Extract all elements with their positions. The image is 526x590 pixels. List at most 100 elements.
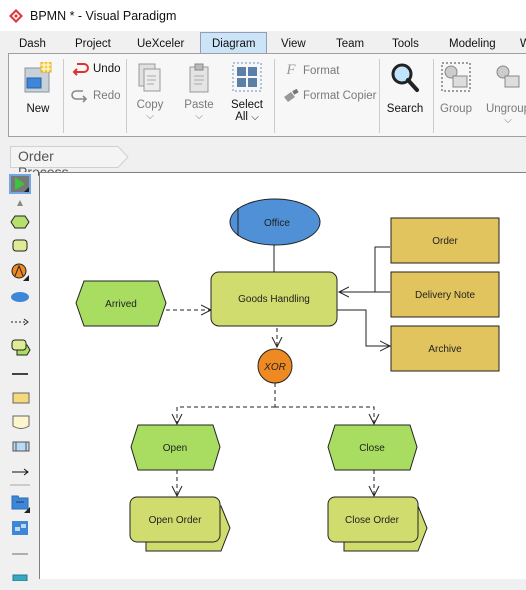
- office-organization-unit[interactable]: Office: [229, 198, 321, 246]
- bpmn-diagram: Office Goods Handling Arrived Order Deli…: [75, 198, 500, 552]
- folder-icon: [11, 495, 30, 513]
- format-copier-label: Format Copier: [303, 90, 377, 102]
- palette-process-path-tool[interactable]: [9, 336, 31, 356]
- palette-event-tool[interactable]: [9, 212, 31, 232]
- palette-folder-tool[interactable]: [9, 492, 31, 513]
- palette-selector-tool[interactable]: [9, 174, 31, 194]
- paste-button[interactable]: Paste ⌵: [182, 62, 216, 122]
- tab-uexceler[interactable]: UeXceler: [137, 35, 184, 53]
- ungroup-button[interactable]: Ungroup ⌵: [483, 62, 526, 126]
- goods-handling-to-archive-flow[interactable]: [337, 309, 390, 346]
- palette-function-tool[interactable]: [9, 236, 31, 256]
- copy-label: Copy: [136, 99, 164, 111]
- order-information-object[interactable]: Order: [390, 217, 500, 264]
- search-icon: [391, 63, 419, 92]
- xor-connector-icon: [11, 263, 29, 281]
- select-all-button[interactable]: Select All ⌵: [227, 62, 267, 123]
- event-hexagon-icon: [10, 215, 30, 229]
- open-order-process-path[interactable]: Open Order: [129, 496, 231, 552]
- palette-organization-unit-tool[interactable]: [9, 287, 31, 307]
- tab-diagram[interactable]: Diagram: [200, 32, 268, 54]
- select-all-label-1: Select: [231, 99, 263, 111]
- select-all-icon: [232, 62, 262, 92]
- ungroup-chevron-icon[interactable]: ⌵: [483, 115, 526, 126]
- new-button[interactable]: New: [19, 61, 57, 115]
- xor-connector[interactable]: XOR: [257, 348, 293, 384]
- ungroup-icon: [496, 65, 520, 88]
- tab-dash[interactable]: Dash: [19, 35, 46, 53]
- group-icon: [441, 62, 471, 92]
- open-label: Open: [163, 443, 187, 454]
- close-event[interactable]: Close: [327, 424, 418, 471]
- close-label: Close: [359, 443, 385, 454]
- delivery-note-information-object[interactable]: Delivery Note: [390, 271, 500, 318]
- tab-project[interactable]: Project: [75, 35, 111, 53]
- tab-window[interactable]: W: [520, 35, 526, 53]
- tab-team[interactable]: Team: [336, 35, 364, 53]
- redo-icon: [71, 90, 88, 103]
- process-path-icon: [11, 339, 31, 356]
- arrived-event[interactable]: Arrived: [75, 280, 167, 327]
- open-order-label: Open Order: [149, 515, 202, 526]
- ungroup-label: Ungroup: [485, 103, 526, 115]
- palette-control-flow-tool[interactable]: [9, 312, 31, 332]
- tab-modeling[interactable]: Modeling: [449, 35, 496, 53]
- archive-information-object[interactable]: Archive: [390, 325, 500, 372]
- select-all-label-2: All: [235, 111, 248, 123]
- title-bar: BPMN * - Visual Paradigm: [0, 0, 526, 31]
- information-object-icon: [12, 392, 30, 404]
- xor-label: XOR: [263, 362, 286, 373]
- palette-separator-line-tool[interactable]: [9, 364, 31, 384]
- group-button[interactable]: Group: [437, 62, 475, 115]
- redo-button[interactable]: Redo: [71, 89, 121, 103]
- palette-document-tool[interactable]: [9, 412, 31, 432]
- xor-to-close-flow[interactable]: [275, 406, 374, 424]
- undo-icon: [72, 63, 89, 76]
- visual-paradigm-logo-icon: [9, 8, 23, 23]
- system-icon: [12, 441, 30, 452]
- close-order-process-path[interactable]: Close Order: [327, 496, 428, 552]
- search-button[interactable]: Search: [385, 62, 425, 115]
- copy-dropdown-chevron-icon[interactable]: ⌵: [133, 111, 167, 122]
- palette-more-tool[interactable]: [9, 570, 31, 590]
- function-rounded-rect-icon: [12, 239, 28, 252]
- format-copier-button[interactable]: Format Copier: [283, 89, 377, 103]
- xor-to-open-flow[interactable]: [177, 406, 275, 424]
- undo-button[interactable]: Undo: [71, 62, 121, 76]
- arrived-label: Arrived: [105, 299, 137, 310]
- line-icon: [12, 373, 28, 375]
- palette-diagram-overview-tool[interactable]: [9, 518, 31, 538]
- paste-label: Paste: [184, 99, 214, 111]
- order-label: Order: [432, 236, 458, 247]
- paste-dropdown-chevron-icon[interactable]: ⌵: [182, 111, 216, 122]
- order-to-goods-handling-flow[interactable]: [374, 246, 390, 292]
- collapse-up-triangle-icon: [17, 200, 23, 206]
- format-icon: F: [286, 62, 296, 78]
- search-label: Search: [386, 103, 424, 115]
- delivery-note-label: Delivery Note: [415, 290, 475, 301]
- goods-handling-function[interactable]: Goods Handling: [210, 271, 338, 327]
- diagram-palette: [0, 172, 38, 582]
- select-all-chevron-icon[interactable]: ⌵: [251, 112, 259, 123]
- palette-information-object-tool[interactable]: [9, 388, 31, 408]
- format-button[interactable]: F Format: [283, 62, 339, 79]
- open-event[interactable]: Open: [130, 424, 221, 471]
- undo-label: Undo: [93, 63, 121, 75]
- more-shape-icon: [12, 574, 28, 582]
- palette-xor-connector-tool[interactable]: [9, 261, 31, 281]
- copy-button[interactable]: Copy ⌵: [133, 62, 167, 122]
- palette-system-tool[interactable]: [9, 437, 31, 457]
- archive-label: Archive: [428, 344, 462, 355]
- redo-label: Redo: [93, 90, 121, 102]
- ribbon-tabs: Dash Project UeXceler Diagram View Team …: [0, 31, 526, 54]
- copy-icon: [138, 63, 161, 92]
- organization-unit-ellipse-icon: [11, 292, 29, 302]
- paste-icon: [189, 63, 209, 93]
- goods-handling-label: Goods Handling: [238, 294, 310, 305]
- office-label: Office: [264, 218, 290, 229]
- diagram-canvas[interactable]: Office Goods Handling Arrived Order Deli…: [39, 172, 526, 579]
- selector-arrow-icon: [11, 176, 29, 192]
- tab-view[interactable]: View: [281, 35, 306, 53]
- tab-tools[interactable]: Tools: [392, 35, 419, 53]
- close-order-label: Close Order: [345, 515, 400, 526]
